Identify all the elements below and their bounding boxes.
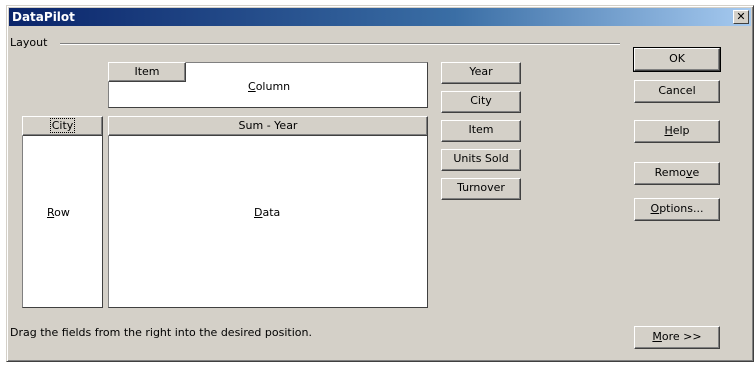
options-button[interactable]: Options... [634,198,720,221]
drag-hint-text: Drag the fields from the right into the … [10,326,312,339]
column-field-item[interactable]: Item [108,62,186,82]
data-field-sum-year[interactable]: Sum - Year [108,116,428,136]
layout-group-label: Layout [10,36,48,49]
layout-divider [60,43,620,45]
field-units-sold[interactable]: Units Sold [441,149,521,171]
help-button[interactable]: Help [634,120,720,143]
field-turnover[interactable]: Turnover [441,178,521,200]
close-icon[interactable]: ✕ [733,10,749,24]
title-bar[interactable]: DataPilot ✕ [9,8,751,26]
column-field-label: Item [134,65,160,78]
field-item[interactable]: Item [441,120,521,142]
more-button[interactable]: More >> [634,326,720,349]
row-area-label: Row [47,206,70,219]
window-title: DataPilot [12,10,75,24]
data-field-label: Sum - Year [238,119,298,132]
field-year[interactable]: Year [441,62,521,84]
row-field-city[interactable]: City [22,116,103,136]
row-field-label: City [49,118,76,133]
ok-button[interactable]: OK [633,47,721,72]
field-city[interactable]: City [441,91,521,113]
data-area-label: Data [254,206,281,219]
remove-button[interactable]: Remove [634,162,720,185]
cancel-button[interactable]: Cancel [634,80,720,103]
column-area-label: Column [248,80,291,93]
